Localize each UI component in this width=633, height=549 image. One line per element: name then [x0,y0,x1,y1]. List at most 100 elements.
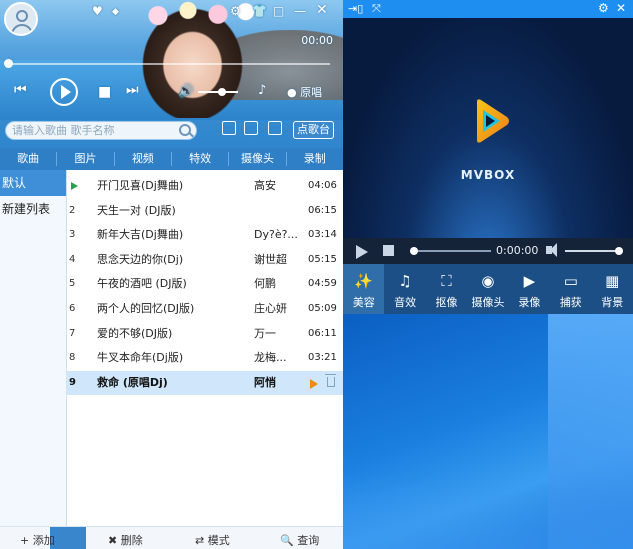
category-tabs: 歌曲 图片 视频 特效 摄像头 录制 [0,148,343,170]
song-duration: 06:11 [308,327,337,339]
background-image-icon: ▦ [605,272,620,290]
avatar-body [11,24,33,34]
lyrics-icon[interactable]: ♪ [258,83,266,98]
original-vocal-label: 原唱 [300,86,323,99]
playlist-default[interactable]: 默认 [0,170,66,196]
playlist-new[interactable]: 新建列表 [0,196,66,222]
song-duration: 05:09 [308,302,337,314]
tool-webcam[interactable]: ◉ 摄像头 [467,264,508,314]
stop-icon[interactable] [383,245,394,256]
shirt-icon[interactable]: 👕 [252,4,267,18]
song-row[interactable]: 1 开门见喜(Dj舞曲) 高安 04:06 [66,174,343,199]
original-vocal-toggle[interactable]: ● 原唱 [287,84,322,100]
song-number: 7 [69,327,76,339]
tab-record[interactable]: 录制 [287,152,343,166]
query-button[interactable]: 🔍 查询 [280,532,319,548]
song-row-selected[interactable]: 9 救命 (原唱Dj) 阿悄 [66,370,343,396]
song-row[interactable]: 5 午夜的酒吧 (DJ版) 何鹏 04:59 [66,272,343,297]
delete-button[interactable]: ✖ 删除 [108,532,143,548]
tool-sound-effect[interactable]: ♫ 音效 [384,264,425,314]
add-button[interactable]: + 添加 [20,532,55,548]
song-row[interactable]: 2 天生一对 (DJ版) 06:15 [66,199,343,224]
bottom-toolbar: + 添加 ✖ 删除 ⇄ 模式 🔍 查询 [0,526,343,549]
play-time: 0:00:00 [496,244,539,257]
tab-pictures[interactable]: 图片 [57,152,115,166]
song-artist: 龙梅... [254,351,287,365]
song-title: 午夜的酒吧 (DJ版) [97,277,187,291]
next-icon[interactable]: ⏭ [126,82,139,98]
play-button[interactable] [50,78,78,106]
volume-slider[interactable] [198,88,238,96]
tab-effects[interactable]: 特效 [172,152,230,166]
volume-icon[interactable] [546,243,557,257]
tool-label: 背景 [601,296,624,309]
playlist-sidebar: 默认 新建列表 [0,170,67,526]
volume-knob[interactable] [218,88,226,96]
search-icon[interactable] [179,124,191,136]
mvbox-titlebar: ⇥▯ ⤧ ⚙ ✕ [343,0,633,18]
tab-videos[interactable]: 视频 [115,152,172,166]
image-icon[interactable] [244,121,258,135]
seek-knob[interactable] [410,247,418,255]
minimize-icon[interactable]: — [294,4,306,18]
song-title: 新年大吉(Dj舞曲) [97,228,184,242]
skin-icon[interactable]: ♥ [92,4,103,18]
fullscreen-icon[interactable]: ⤧ [372,2,381,16]
play-time: 00:00 [301,34,333,47]
song-title: 天生一对 (DJ版) [97,203,176,217]
dian-ge-button[interactable]: 点歌台 [293,121,334,139]
volume-slider[interactable] [565,247,623,255]
song-title: 救命 (原唱Dj) [97,375,168,389]
stop-icon[interactable]: ■ [98,84,111,100]
settings-icon[interactable]: ⚙ [598,1,609,15]
song-row[interactable]: 4 思念天边的你(Dj) 谢世超 05:15 [66,248,343,273]
tool-background[interactable]: ▦ 背景 [592,264,633,314]
search-input[interactable] [6,122,177,138]
tool-label: 摄像头 [471,296,505,309]
song-row[interactable]: 6 两个人的回忆(DJ版) 庄心妍 05:09 [66,297,343,322]
mini-mode-icon[interactable]: □ [273,4,284,18]
seek-knob[interactable] [4,59,13,68]
tool-beauty[interactable]: ✨ 美容 [343,264,385,314]
row-play-icon[interactable] [310,378,318,389]
music-note-icon: ♫ [398,272,412,290]
song-title: 两个人的回忆(DJ版) [97,301,195,315]
tool-video-record[interactable]: ▶ 录像 [509,264,550,314]
close-icon[interactable]: ✕ [616,1,626,15]
tv-icon[interactable] [268,121,282,135]
music-player-window: ♥ ◆ ⚙ 👕 □ — ✕ 00:00 ⏮ ■ ⏭ 🔊 ♪ ● 原唱 点歌台 歌… [0,0,343,549]
song-artist: 庄心妍 [254,301,287,315]
song-number: 3 [69,229,76,241]
song-row[interactable]: 7 爱的不够(DJ版) 万一 06:11 [66,322,343,347]
song-number: 8 [69,352,76,364]
song-row[interactable]: 3 新年大吉(Dj舞曲) Dy?è?... 03:14 [66,223,343,248]
mode-button[interactable]: ⇄ 模式 [195,532,230,548]
seek-slider[interactable] [410,247,491,255]
search-box[interactable] [5,121,197,140]
seek-slider[interactable] [4,59,330,68]
diamond-icon[interactable]: ◆ [112,7,119,17]
tool-label: 抠像 [435,296,458,309]
tool-label: 美容 [352,296,375,309]
song-title: 爱的不够(DJ版) [97,326,173,340]
settings-icon[interactable]: ⚙ [230,4,241,18]
tool-cutout[interactable]: ⛶ 抠像 [426,264,467,314]
song-number: 2 [69,204,76,216]
equalizer-icon[interactable] [222,121,236,135]
mvbox-controls: 0:00:00 [343,238,633,264]
tool-capture[interactable]: ▭ 捕获 [550,264,591,314]
volume-icon[interactable]: 🔊 [178,84,194,99]
previous-icon[interactable]: ⏮ [14,82,27,98]
tab-songs[interactable]: 歌曲 [0,152,58,166]
song-duration: 04:59 [308,278,337,290]
song-row[interactable]: 8 牛叉本命年(Dj版) 龙梅... 03:21 [66,346,343,371]
close-icon[interactable]: ✕ [316,2,328,18]
song-number: 4 [69,253,76,265]
user-avatar[interactable] [4,2,38,36]
mvbox-logo-icon [477,99,509,143]
volume-knob[interactable] [615,247,623,255]
dock-icon[interactable]: ⇥▯ [348,2,363,15]
tab-camera[interactable]: 摄像头 [229,152,287,166]
row-delete-icon[interactable] [325,373,336,387]
play-icon[interactable] [356,245,368,259]
